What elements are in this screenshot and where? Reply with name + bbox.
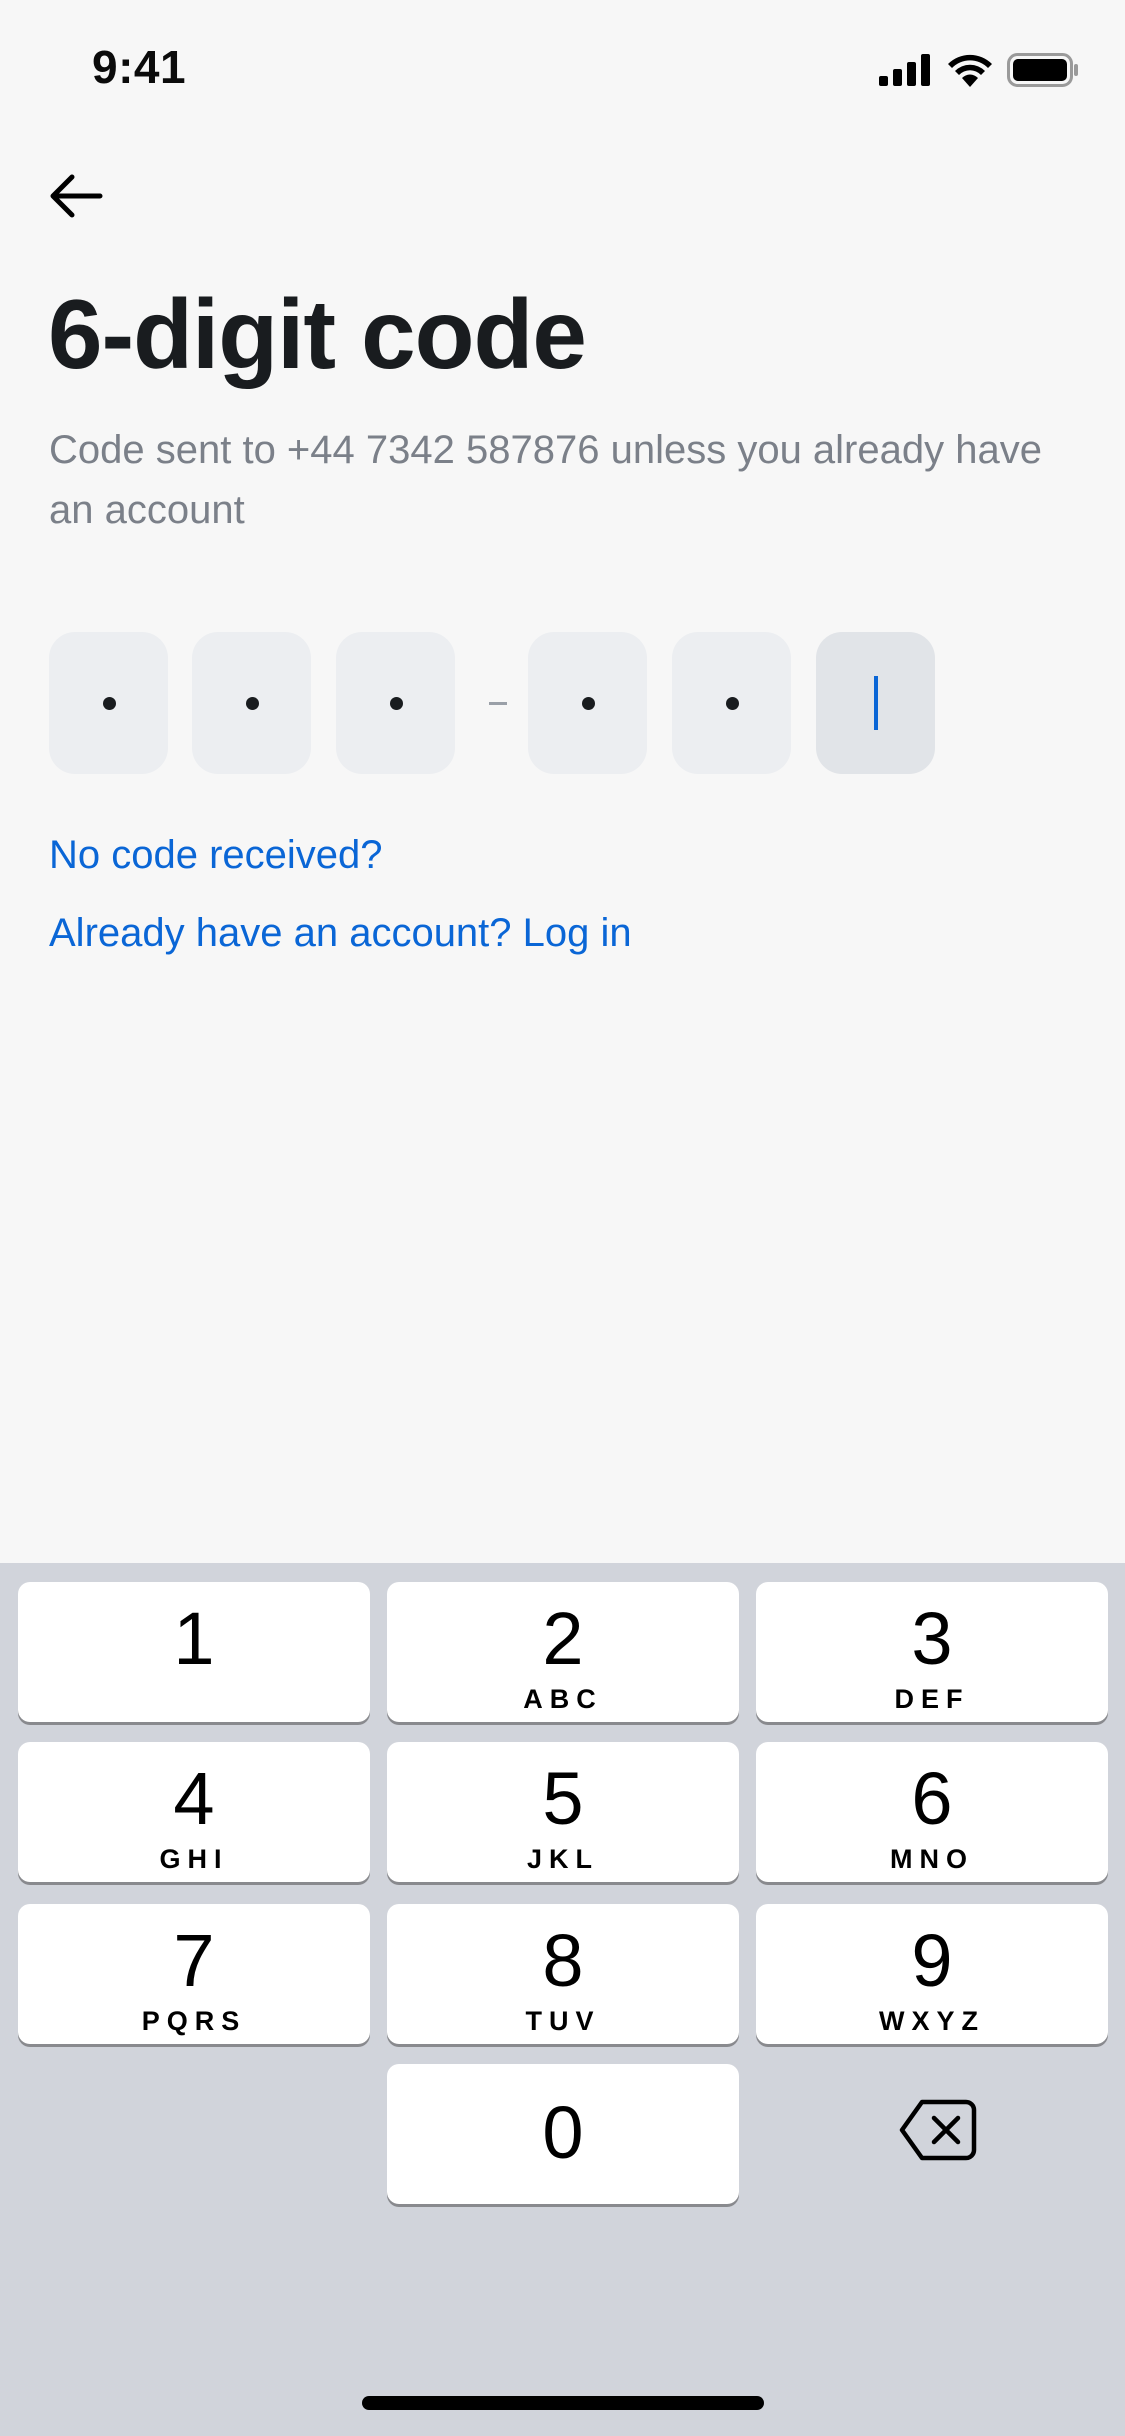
status-time: 9:41 <box>92 41 187 93</box>
home-indicator <box>362 2396 764 2410</box>
key-2[interactable]: 2 ABC <box>387 1582 739 1722</box>
key-7[interactable]: 7 PQRS <box>18 1904 370 2044</box>
text-caret <box>874 676 878 730</box>
key-5[interactable]: 5 JKL <box>387 1742 739 1882</box>
code-dot <box>581 697 595 710</box>
key-digit: 0 <box>542 2091 584 2174</box>
wifi-icon <box>948 54 992 87</box>
key-6[interactable]: 6 MNO <box>756 1742 1108 1882</box>
battery-icon <box>1007 53 1078 87</box>
key-letters: ABC <box>523 1684 603 1714</box>
key-0[interactable]: 0 <box>387 2064 739 2204</box>
delete-backspace-icon[interactable] <box>898 2098 978 2162</box>
key-letters: DEF <box>894 1684 970 1714</box>
key-digit: 3 <box>911 1597 953 1680</box>
key-digit: 2 <box>542 1597 584 1680</box>
status-icons <box>879 48 1079 92</box>
page-subtitle: Code sent to +44 7342 587876 unless you … <box>49 428 1042 532</box>
key-letters: TUV <box>525 2006 601 2036</box>
key-1[interactable]: 1 <box>18 1582 370 1722</box>
key-digit: 4 <box>173 1757 215 1840</box>
code-dot <box>102 697 116 710</box>
code-digit-box-active[interactable] <box>816 632 935 774</box>
code-dot <box>725 697 739 710</box>
code-digit-box[interactable] <box>672 632 791 774</box>
key-letters: JKL <box>526 1844 599 1874</box>
code-dot <box>245 697 259 710</box>
key-letters: GHI <box>159 1844 229 1874</box>
key-letters: WXYZ <box>879 2006 985 2036</box>
back-arrow-icon[interactable] <box>44 164 108 228</box>
login-link[interactable]: Already have an account? Log in <box>49 911 632 956</box>
key-digit: 8 <box>542 1919 584 2002</box>
key-8[interactable]: 8 TUV <box>387 1904 739 2044</box>
key-4[interactable]: 4 GHI <box>18 1742 370 1882</box>
key-9[interactable]: 9 WXYZ <box>756 1904 1108 2044</box>
status-bar: 9:41 <box>0 0 1125 140</box>
page-title: 6-digit code <box>48 279 587 389</box>
key-letters: PQRS <box>141 2006 247 2036</box>
cellular-signal-icon <box>879 54 930 86</box>
code-digit-box[interactable] <box>336 632 455 774</box>
no-code-received-link[interactable]: No code received? <box>49 833 383 878</box>
key-letters: MNO <box>890 1844 974 1874</box>
key-digit: 9 <box>911 1919 953 2002</box>
key-3[interactable]: 3 DEF <box>756 1582 1108 1722</box>
code-separator <box>489 702 507 705</box>
key-digit: 5 <box>542 1757 584 1840</box>
code-digit-box[interactable] <box>192 632 311 774</box>
key-digit: 7 <box>173 1919 215 2002</box>
code-digit-box[interactable] <box>49 632 168 774</box>
code-digit-box[interactable] <box>528 632 647 774</box>
code-dot <box>389 697 403 710</box>
key-digit: 1 <box>173 1597 215 1680</box>
key-digit: 6 <box>911 1757 953 1840</box>
